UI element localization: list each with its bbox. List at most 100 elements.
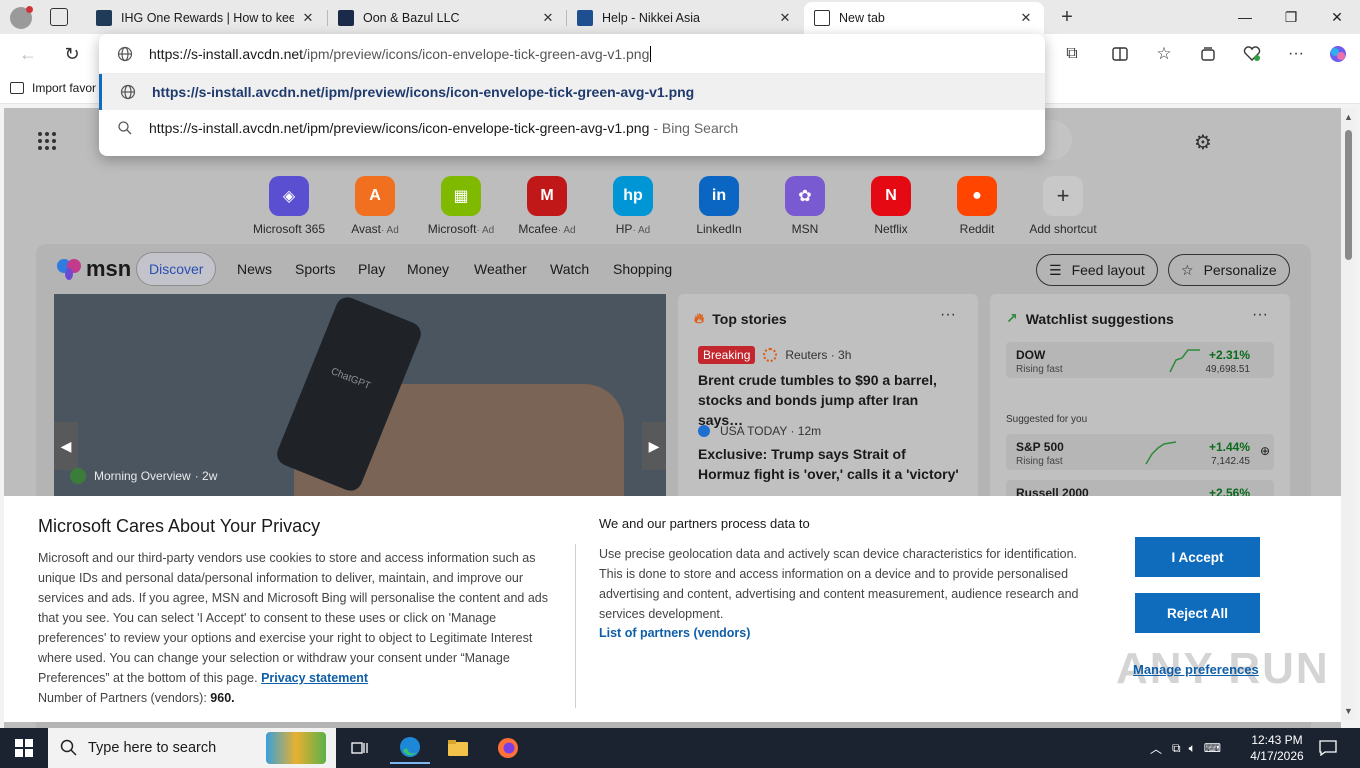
close-icon[interactable]: ✕ bbox=[540, 10, 556, 26]
hero-carousel[interactable]: ChatGPT ◀ ▶ Morning Overview · 2w bbox=[54, 294, 666, 504]
page-scrollbar[interactable]: ▲ ▼ bbox=[1341, 108, 1356, 720]
more-options-icon[interactable]: ··· bbox=[940, 306, 956, 324]
tab-new-tab[interactable]: New tab ✕ bbox=[804, 2, 1044, 34]
shortcut-hp[interactable]: hp HP· Ad bbox=[588, 176, 678, 236]
carousel-prev-button[interactable]: ◀ bbox=[54, 422, 78, 470]
task-view-icon[interactable] bbox=[340, 732, 380, 764]
tab-ihg[interactable]: IHG One Rewards | How to keep y ✕ bbox=[86, 2, 326, 34]
ad-tag: · Ad bbox=[557, 225, 576, 236]
close-window-button[interactable]: ✕ bbox=[1314, 0, 1360, 34]
privacy-statement-link[interactable]: Privacy statement bbox=[261, 671, 368, 685]
suggestion-text: https://s-install.avcdn.net/ipm/preview/… bbox=[149, 120, 650, 136]
minimize-button[interactable]: — bbox=[1222, 0, 1268, 34]
privacy-consent-dialog: Microsoft Cares About Your Privacy Micro… bbox=[4, 496, 1341, 722]
suggestion-url[interactable]: https://s-install.avcdn.net/ipm/preview/… bbox=[99, 74, 1045, 110]
favorites-icon[interactable]: ☆ bbox=[1148, 38, 1180, 70]
tab-oon-bazul[interactable]: Oon & Bazul LLC ✕ bbox=[328, 2, 566, 34]
top-stories-title-text: Top stories bbox=[712, 310, 787, 327]
start-button[interactable] bbox=[4, 732, 44, 764]
back-button[interactable]: ← bbox=[12, 38, 44, 70]
nav-shopping[interactable]: Shopping bbox=[613, 252, 672, 286]
story-headline[interactable]: Exclusive: Trump says Strait of Hormuz f… bbox=[698, 444, 960, 484]
page-settings-icon[interactable]: ⚙ bbox=[1194, 130, 1212, 155]
carousel-next-button[interactable]: ▶ bbox=[642, 422, 666, 470]
shortcut-reddit[interactable]: ● Reddit bbox=[932, 176, 1022, 236]
feed-layout-button[interactable]: ☰ Feed layout bbox=[1036, 254, 1158, 286]
split-screen-icon[interactable] bbox=[1104, 38, 1136, 70]
add-to-watchlist-icon[interactable]: ⊕ bbox=[1260, 444, 1270, 458]
watchlist-row-dow[interactable]: DOW Rising fast +2.31% 49,698.51 bbox=[1006, 342, 1274, 378]
story-item[interactable]: USA TODAY · 12m Exclusive: Trump says St… bbox=[698, 424, 960, 484]
nav-sports[interactable]: Sports bbox=[295, 252, 335, 286]
mcafee-icon: M bbox=[527, 176, 567, 216]
close-icon[interactable]: ✕ bbox=[777, 10, 793, 26]
ime-icon[interactable]: ⌨ bbox=[1204, 741, 1221, 755]
shortcut-microsoft-365[interactable]: ◈ Microsoft 365 bbox=[244, 176, 334, 236]
privacy-body-text: Microsoft and our third-party vendors us… bbox=[38, 551, 548, 685]
profile-avatar[interactable] bbox=[10, 6, 33, 29]
scrollbar-thumb[interactable] bbox=[1345, 130, 1352, 260]
story-headline[interactable]: Brent crude tumbles to $90 a barrel, sto… bbox=[698, 370, 960, 430]
maximize-button[interactable]: ❐ bbox=[1268, 0, 1314, 34]
copilot-icon[interactable] bbox=[1322, 38, 1354, 70]
shortcut-netflix[interactable]: N Netflix bbox=[846, 176, 936, 236]
ad-tag: · Ad bbox=[381, 225, 399, 236]
flame-icon: 🔥︎ bbox=[694, 310, 705, 326]
nav-money[interactable]: Money bbox=[407, 252, 449, 286]
add-shortcut-button[interactable]: + Add shortcut bbox=[1018, 176, 1108, 236]
browser-essentials-icon[interactable] bbox=[1236, 38, 1268, 70]
nav-play[interactable]: Play bbox=[358, 252, 385, 286]
firefox-icon[interactable] bbox=[488, 732, 528, 764]
shortcut-linkedin[interactable]: in LinkedIn bbox=[674, 176, 764, 236]
import-favorites-item[interactable]: Import favor bbox=[10, 81, 96, 95]
apps-grid-icon[interactable] bbox=[36, 130, 58, 152]
watchlist-row-sp500[interactable]: S&P 500 Rising fast +1.44% 7,142.45 ⊕ bbox=[1006, 434, 1274, 470]
ihg-favicon-icon bbox=[96, 10, 112, 26]
watchlist-title: ↗ Watchlist suggestions bbox=[1006, 310, 1174, 327]
trend-up-icon: ↗ bbox=[1006, 310, 1018, 326]
tab-nikkei[interactable]: Help - Nikkei Asia ✕ bbox=[567, 2, 803, 34]
sparkline-icon bbox=[1145, 441, 1177, 465]
scroll-down-arrow[interactable]: ▼ bbox=[1344, 706, 1353, 716]
scroll-up-arrow[interactable]: ▲ bbox=[1344, 112, 1353, 122]
accept-button[interactable]: I Accept bbox=[1135, 537, 1260, 577]
more-options-icon[interactable]: ··· bbox=[1252, 306, 1268, 324]
import-icon bbox=[10, 82, 24, 94]
tab-label: IHG One Rewards | How to keep y bbox=[121, 11, 294, 25]
close-icon[interactable]: ✕ bbox=[1018, 10, 1034, 26]
personalize-button[interactable]: ☆ Personalize bbox=[1168, 254, 1290, 286]
tray-overflow-icon[interactable]: ︿ bbox=[1150, 740, 1162, 757]
shortcut-avast[interactable]: A Avast· Ad bbox=[330, 176, 420, 236]
network-icon[interactable]: ⧉ bbox=[1172, 741, 1181, 756]
close-icon[interactable]: ✕ bbox=[300, 10, 316, 26]
manage-preferences-link[interactable]: Manage preferences bbox=[1133, 662, 1259, 677]
shortcut-msn[interactable]: ✿ MSN bbox=[760, 176, 850, 236]
suggestion-bing-search[interactable]: https://s-install.avcdn.net/ipm/preview/… bbox=[99, 110, 1045, 146]
edge-taskbar-icon[interactable] bbox=[390, 732, 430, 764]
story-item[interactable]: Breaking Reuters · 3h Brent crude tumble… bbox=[698, 346, 960, 430]
nav-news[interactable]: News bbox=[237, 252, 272, 286]
reject-all-button[interactable]: Reject All bbox=[1135, 593, 1260, 633]
settings-more-icon[interactable]: ··· bbox=[1280, 38, 1312, 70]
notifications-icon[interactable] bbox=[1308, 732, 1348, 764]
file-explorer-icon[interactable] bbox=[438, 732, 478, 764]
extensions-icon[interactable]: ⧉ bbox=[1056, 38, 1088, 70]
taskbar-clock[interactable]: 12:43 PM 4/17/2026 bbox=[1248, 732, 1306, 764]
address-bar-input[interactable]: https://s-install.avcdn.net/ipm/preview/… bbox=[99, 34, 1045, 74]
vendors-list-link[interactable]: List of partners (vendors) bbox=[599, 626, 750, 640]
new-tab-button[interactable]: + bbox=[1054, 4, 1080, 30]
shortcut-mcafee[interactable]: M Mcafee· Ad bbox=[502, 176, 592, 236]
msn-icon: ✿ bbox=[785, 176, 825, 216]
shortcut-microsoft[interactable]: ▦ Microsoft· Ad bbox=[416, 176, 506, 236]
nav-watch[interactable]: Watch bbox=[550, 252, 589, 286]
volume-icon[interactable]: 🔈︎ bbox=[1189, 741, 1196, 756]
oon-favicon-icon bbox=[338, 10, 354, 26]
msn-logo[interactable]: msn bbox=[56, 256, 131, 282]
nav-weather[interactable]: Weather bbox=[474, 252, 527, 286]
tab-actions-icon[interactable] bbox=[50, 8, 68, 26]
collections-icon[interactable] bbox=[1192, 38, 1224, 70]
ticker-change: +2.31% bbox=[1208, 348, 1250, 362]
refresh-button[interactable]: ↻ bbox=[56, 38, 88, 70]
taskbar-search-box[interactable]: Type here to search bbox=[48, 728, 336, 768]
nav-discover[interactable]: Discover bbox=[136, 252, 217, 286]
